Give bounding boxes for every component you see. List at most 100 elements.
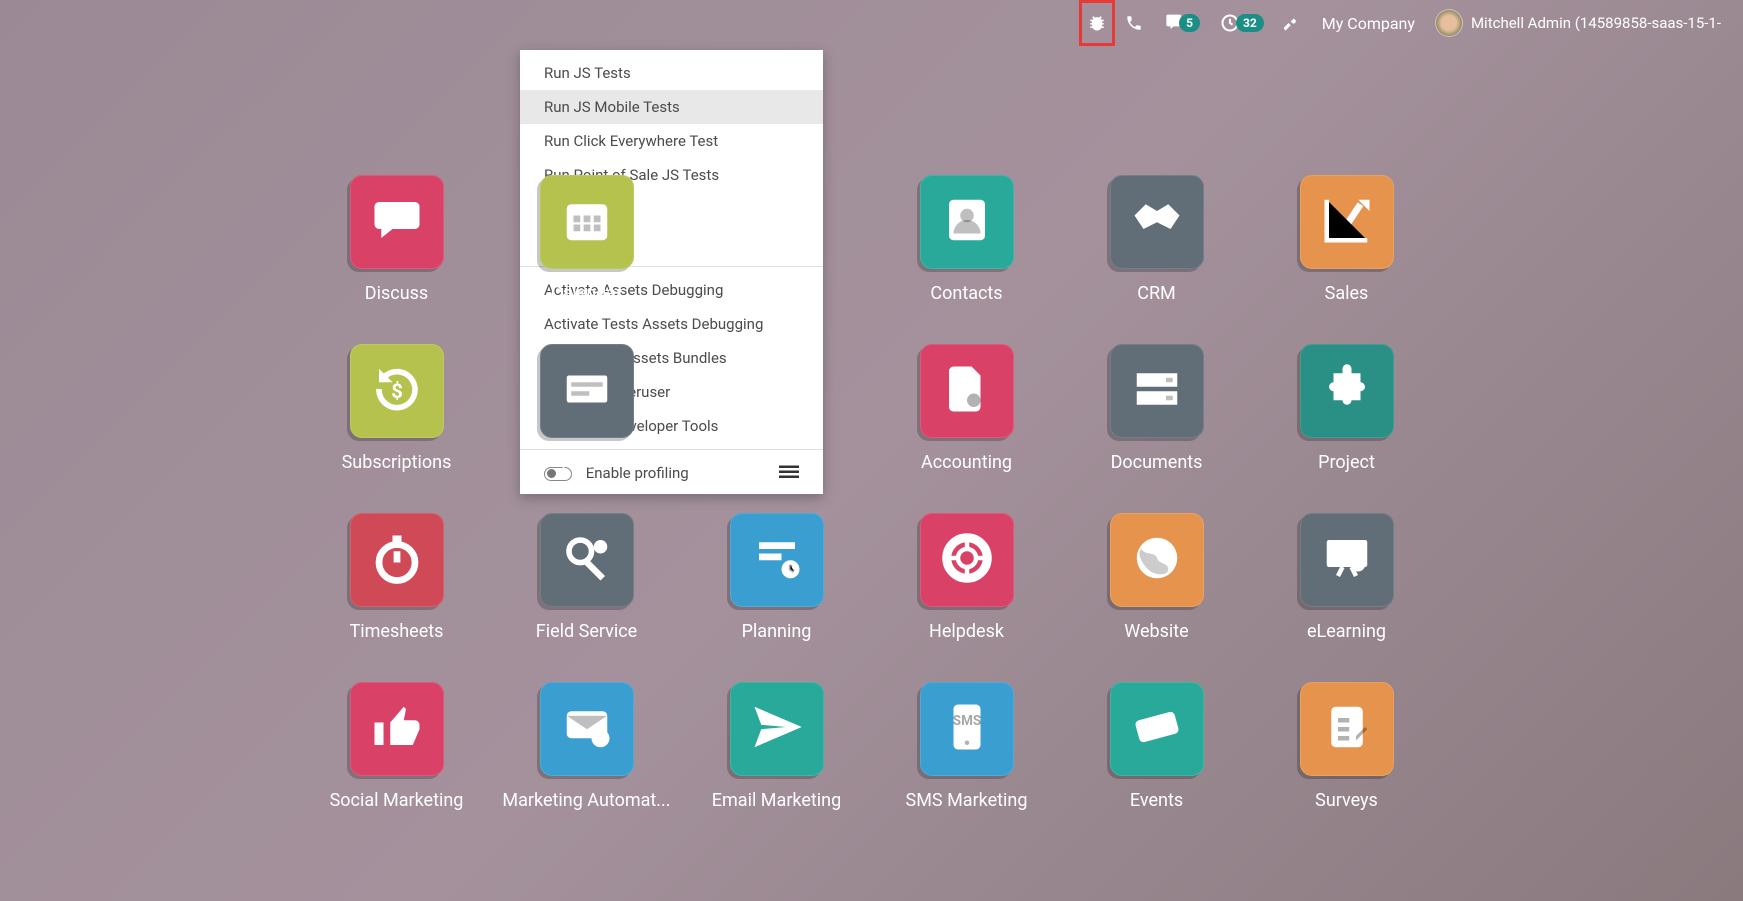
- app-label: Social Marketing: [330, 790, 464, 811]
- app-label: Documents: [1111, 452, 1203, 473]
- app-planning[interactable]: Planning: [682, 513, 872, 642]
- app-social-marketing[interactable]: Social Marketing: [302, 682, 492, 811]
- chart-icon: [1320, 193, 1374, 251]
- app-label: Field Service: [536, 621, 637, 642]
- puzzle-icon: [1320, 362, 1374, 420]
- menuitem-run-click-everywhere-test[interactable]: Run Click Everywhere Test: [520, 124, 823, 158]
- app-tile: [1110, 682, 1204, 776]
- app-tile: [350, 175, 444, 269]
- app-crm[interactable]: CRM: [1062, 175, 1252, 304]
- app-grid: DiscussCalendarTo-doContactsCRMSales$Sub…: [0, 175, 1743, 811]
- app-rental[interactable]: Rental: [492, 344, 682, 473]
- menuitem-run-js-mobile-tests[interactable]: Run JS Mobile Tests: [520, 90, 823, 124]
- app-label: Planning: [742, 621, 812, 642]
- app-accounting[interactable]: Accounting: [872, 344, 1062, 473]
- user-menu[interactable]: Mitchell Admin (14589858-saas-15-1-: [1425, 0, 1731, 46]
- messages-button[interactable]: 5: [1153, 0, 1210, 46]
- globe-icon: [1130, 531, 1184, 589]
- recur-icon: $: [370, 362, 424, 420]
- tools-icon: [1284, 14, 1302, 32]
- app-email-marketing[interactable]: Email Marketing: [682, 682, 872, 811]
- app-tile: [730, 682, 824, 776]
- app-tile: [350, 513, 444, 607]
- chat-icon: [370, 193, 424, 251]
- wrenchgear-icon: [560, 531, 614, 589]
- planning-icon: [750, 531, 804, 589]
- app-contacts[interactable]: Contacts: [872, 175, 1062, 304]
- app-sales[interactable]: Sales: [1252, 175, 1442, 304]
- user-name: Mitchell Admin (14589858-saas-15-1-: [1471, 14, 1721, 32]
- app-surveys[interactable]: Surveys: [1252, 682, 1442, 811]
- contact-icon: [940, 193, 994, 251]
- sms-icon: SMS: [940, 700, 994, 758]
- activities-badge: 32: [1236, 14, 1264, 32]
- app-tile: [920, 344, 1014, 438]
- activities-button[interactable]: 32: [1210, 0, 1274, 46]
- app-tile: [1300, 513, 1394, 607]
- bug-icon: [1087, 13, 1107, 33]
- app-tile: [540, 344, 634, 438]
- svg-text:SMS: SMS: [952, 713, 980, 729]
- app-tile: [540, 513, 634, 607]
- app-tile: [540, 682, 634, 776]
- mailgear-icon: [560, 700, 614, 758]
- app-tile: [1110, 175, 1204, 269]
- app-label: Surveys: [1315, 790, 1378, 811]
- app-sms-marketing[interactable]: SMS SMS Marketing: [872, 682, 1062, 811]
- app-label: Discuss: [365, 283, 428, 304]
- inbox-icon: [1130, 362, 1184, 420]
- docgear-icon: [940, 362, 994, 420]
- board-icon: [1320, 531, 1374, 589]
- app-tile: [920, 175, 1014, 269]
- app-label: Marketing Automat...: [502, 790, 670, 811]
- app-timesheets[interactable]: Timesheets: [302, 513, 492, 642]
- top-navbar: 5 32 My Company Mitchell Admin (14589858…: [0, 0, 1743, 46]
- app-tile: [350, 682, 444, 776]
- app-field-service[interactable]: Field Service: [492, 513, 682, 642]
- messages-badge: 5: [1179, 14, 1200, 32]
- app-subscriptions[interactable]: $ Subscriptions: [302, 344, 492, 473]
- svg-text:$: $: [391, 379, 403, 403]
- app-calendar[interactable]: Calendar: [492, 175, 682, 304]
- app-elearning[interactable]: eLearning: [1252, 513, 1442, 642]
- app-label: Events: [1130, 790, 1183, 811]
- lifering-icon: [940, 531, 994, 589]
- phone-icon: [1125, 14, 1143, 32]
- app-label: SMS Marketing: [906, 790, 1028, 811]
- app-label: Helpdesk: [929, 621, 1004, 642]
- app-tile: [1110, 513, 1204, 607]
- app-documents[interactable]: Documents: [1062, 344, 1252, 473]
- app-label: Calendar: [551, 283, 622, 304]
- app-discuss[interactable]: Discuss: [302, 175, 492, 304]
- app-project[interactable]: Project: [1252, 344, 1442, 473]
- app-label: Website: [1124, 621, 1188, 642]
- app-tile: [1300, 682, 1394, 776]
- app-helpdesk[interactable]: Helpdesk: [872, 513, 1062, 642]
- settings-button[interactable]: [1274, 0, 1312, 46]
- app-tile: [1300, 344, 1394, 438]
- app-tile: [920, 513, 1014, 607]
- app-label: Email Marketing: [712, 790, 841, 811]
- debug-menu-button[interactable]: [1079, 0, 1115, 46]
- avatar: [1435, 9, 1463, 37]
- app-events[interactable]: Events: [1062, 682, 1252, 811]
- app-label: Timesheets: [350, 621, 444, 642]
- app-label: Subscriptions: [342, 452, 452, 473]
- menuitem-run-js-tests[interactable]: Run JS Tests: [520, 56, 823, 90]
- rental-icon: [560, 362, 614, 420]
- stopwatch-icon: [370, 531, 424, 589]
- app-marketing-automat[interactable]: Marketing Automat...: [492, 682, 682, 811]
- voip-phone-button[interactable]: [1115, 0, 1153, 46]
- app-label: Accounting: [921, 452, 1012, 473]
- thumb-icon: [370, 700, 424, 758]
- send-icon: [750, 700, 804, 758]
- app-label: Rental: [561, 452, 612, 473]
- app-website[interactable]: Website: [1062, 513, 1252, 642]
- ticket-icon: [1130, 700, 1184, 758]
- handshake-icon: [1130, 193, 1184, 251]
- app-tile: $: [350, 344, 444, 438]
- app-label: CRM: [1137, 283, 1176, 304]
- app-label: eLearning: [1307, 621, 1386, 642]
- calendar-icon: [560, 193, 614, 251]
- company-selector[interactable]: My Company: [1312, 0, 1425, 46]
